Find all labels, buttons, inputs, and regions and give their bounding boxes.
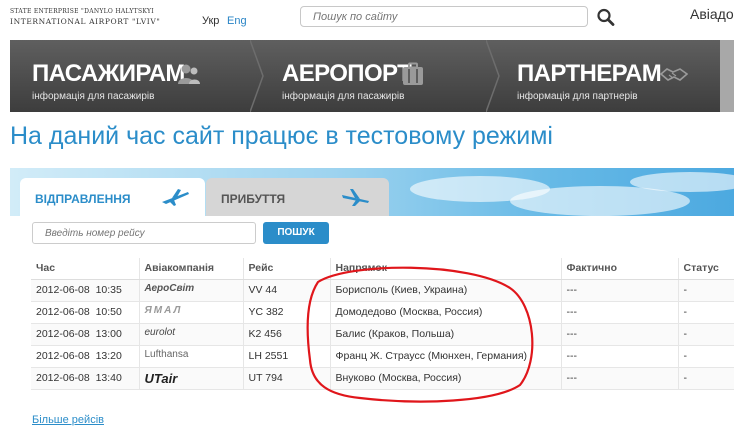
table-row[interactable]: 2012-06-08 10:50 ЯМАЛ YC 382 Домодедово … <box>31 301 734 324</box>
airline-logo: ЯМАЛ <box>139 301 244 324</box>
cell-status: - <box>678 301 734 324</box>
lang-eng-link[interactable]: Eng <box>227 15 247 27</box>
airline-logo: UTair <box>139 367 244 390</box>
more-flights-link[interactable]: Більше рейсів <box>32 414 104 426</box>
flight-search-button[interactable]: ПОШУК <box>263 222 329 244</box>
table-header-row: Час Авіакомпанія Рейс Напрямок Фактично … <box>31 258 734 280</box>
cell-actual: --- <box>561 345 679 368</box>
cell-status: - <box>678 367 734 390</box>
nav-partners[interactable]: ПАРТНЕРАМ інформація для партнерів <box>500 40 720 112</box>
departure-plane-icon <box>162 189 189 206</box>
cell-time: 2012-06-08 13:00 <box>31 323 140 346</box>
col-direction: Напрямок <box>330 258 562 280</box>
cell-direction: Франц Ж. Страусс (Мюнхен, Германия) <box>330 345 562 368</box>
tab-departures-label: Відправлення <box>35 192 131 206</box>
nav-passengers-title: ПАСАЖИРАМ <box>32 60 185 87</box>
airline-logo: Lufthansa <box>139 345 244 368</box>
site-search-input[interactable] <box>300 6 588 27</box>
nav-separator <box>250 40 264 112</box>
page-headline: На даний час сайт працює в тестовому реж… <box>10 122 553 150</box>
luggage-icon <box>403 62 423 85</box>
cell-time: 2012-06-08 13:20 <box>31 345 140 368</box>
lang-ukr[interactable]: Укр <box>202 15 219 27</box>
cell-time: 2012-06-08 13:40 <box>31 367 140 390</box>
logo-line1: STATE ENTERPRISE "DANYLO HALYTSKYI <box>10 8 154 15</box>
nav-airport[interactable]: АЕРОПОРТ інформація для пасажирів <box>265 40 495 112</box>
cell-flight: UT 794 <box>243 367 331 390</box>
cell-flight: VV 44 <box>243 279 331 302</box>
tab-departures[interactable]: Відправлення <box>20 178 205 216</box>
nav-partners-subtitle: інформація для партнерів <box>517 91 638 102</box>
tab-arrivals[interactable]: Прибуття <box>206 178 389 216</box>
nav-airport-subtitle: інформація для пасажирів <box>282 91 405 102</box>
cell-actual: --- <box>561 323 679 346</box>
airline-logo: eurolot <box>139 323 244 346</box>
cell-direction: Балис (Краков, Польша) <box>330 323 562 346</box>
table-row[interactable]: 2012-06-08 13:20 Lufthansa LH 2551 Франц… <box>31 345 734 368</box>
arrival-plane-icon <box>342 189 369 206</box>
cell-direction: Внуково (Москва, Россия) <box>330 367 562 390</box>
nav-passengers-subtitle: інформація для пасажирів <box>32 91 155 102</box>
col-time: Час <box>31 258 140 280</box>
cell-flight: YC 382 <box>243 301 331 324</box>
table-row[interactable]: 2012-06-08 13:00 eurolot K2 456 Балис (К… <box>31 323 734 346</box>
col-airline: Авіакомпанія <box>139 258 244 280</box>
cell-flight: LH 2551 <box>243 345 331 368</box>
cell-actual: --- <box>561 367 679 390</box>
passengers-icon <box>178 64 200 84</box>
col-status: Статус <box>678 258 734 280</box>
cell-direction: Борисполь (Киев, Украина) <box>330 279 562 302</box>
cell-direction: Домодедово (Москва, Россия) <box>330 301 562 324</box>
nav-separator <box>486 40 500 112</box>
cell-flight: K2 456 <box>243 323 331 346</box>
flights-table: Час Авіакомпанія Рейс Напрямок Фактично … <box>31 258 734 390</box>
table-row[interactable]: 2012-06-08 10:35 АероСвіт VV 44 Бориспол… <box>31 279 734 302</box>
flight-number-input[interactable] <box>32 222 256 244</box>
col-flight: Рейс <box>243 258 331 280</box>
cell-status: - <box>678 323 734 346</box>
logo-line2: INTERNATIONAL AIRPORT "LVIV" <box>10 17 161 26</box>
search-icon[interactable] <box>596 8 616 26</box>
table-row[interactable]: 2012-06-08 13:40 UTair UT 794 Внуково (М… <box>31 367 734 390</box>
cell-actual: --- <box>561 279 679 302</box>
cell-time: 2012-06-08 10:50 <box>31 301 140 324</box>
airline-logo: АероСвіт <box>139 279 244 302</box>
nav-overflow-strip <box>720 40 734 112</box>
cell-status: - <box>678 279 734 302</box>
nav-partners-title: ПАРТНЕРАМ <box>517 60 662 87</box>
tab-arrivals-label: Прибуття <box>221 192 286 206</box>
nav-passengers[interactable]: ПАСАЖИРАМ інформація для пасажирів <box>10 40 250 112</box>
main-nav: ПАСАЖИРАМ інформація для пасажирів АЕРОП… <box>10 40 734 112</box>
airport-logo[interactable]: STATE ENTERPRISE "DANYLO HALYTSKYI INTER… <box>10 7 180 27</box>
cell-status: - <box>678 345 734 368</box>
top-menu-item[interactable]: Авіадо <box>690 6 734 22</box>
col-actual: Фактично <box>561 258 679 280</box>
nav-airport-title: АЕРОПОРТ <box>282 60 412 87</box>
cell-actual: --- <box>561 301 679 324</box>
handshake-icon <box>660 68 688 81</box>
cell-time: 2012-06-08 10:35 <box>31 279 140 302</box>
